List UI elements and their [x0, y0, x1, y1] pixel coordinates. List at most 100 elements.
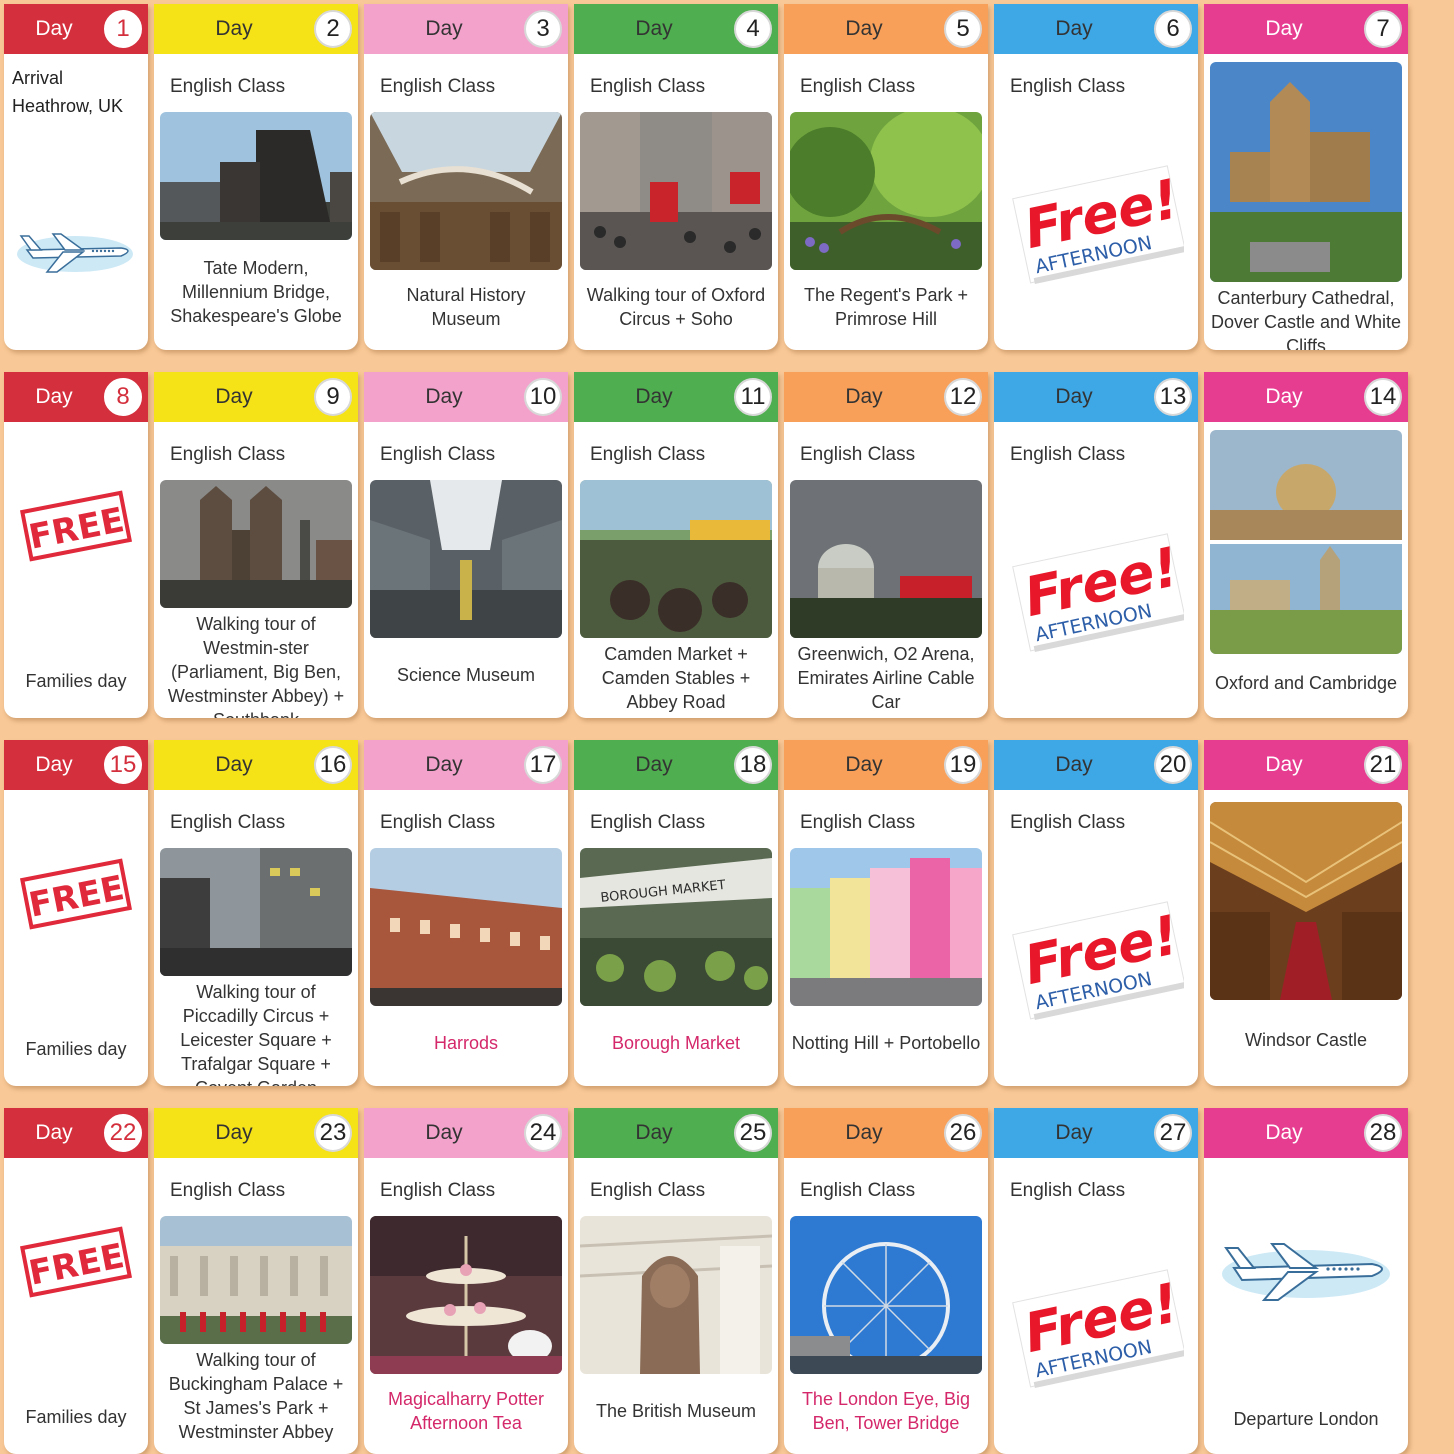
- piccadilly-circus-photo: [160, 848, 352, 976]
- day-label: Day: [1055, 385, 1093, 408]
- day-header: Day 24: [364, 1108, 568, 1158]
- day-card-23[interactable]: Day 23 English Class Walking tour of Buck…: [154, 1108, 358, 1454]
- day-card-10[interactable]: Day 10 English Class Science Museum: [364, 372, 568, 718]
- activity-caption: Walking tour of Buckingham Palace + St J…: [168, 1350, 344, 1442]
- day-label: Day: [35, 1121, 73, 1144]
- afternoon-tea-photo: [370, 1216, 562, 1374]
- day-number: 23: [314, 1114, 352, 1152]
- day-header: Day 25: [574, 1108, 778, 1158]
- greenwich-photo: [790, 480, 982, 638]
- day-card-5[interactable]: Day 5 English Class The Regent's Park + P…: [784, 4, 988, 350]
- activity-caption: Borough Market: [611, 1033, 741, 1053]
- english-class-label: English Class: [170, 444, 286, 465]
- day-card-18[interactable]: Day 18 English Class BOROUGH MARKET Borou…: [574, 740, 778, 1086]
- activity-caption: Canterbury Cathedral, Dover Castle and W…: [1210, 288, 1402, 350]
- day-header: Day 19: [784, 740, 988, 790]
- activity-caption: Oxford and Cambridge: [1214, 673, 1398, 693]
- day-header: Day 26: [784, 1108, 988, 1158]
- day-header: Day 6: [994, 4, 1198, 54]
- english-class-label: English Class: [170, 76, 286, 97]
- english-class-label: English Class: [170, 1180, 286, 1201]
- activity-caption: The London Eye, Big Ben, Tower Bridge: [801, 1389, 971, 1433]
- day-card-12[interactable]: Day 12 English Class Greenwich, O2 Arena,…: [784, 372, 988, 718]
- day-label: Day: [1265, 17, 1303, 40]
- day-card-15[interactable]: Day 15 FREE Families day: [4, 740, 148, 1086]
- day-label: Day: [1265, 753, 1303, 776]
- day-label: Day: [1265, 1121, 1303, 1144]
- day-card-9[interactable]: Day 9 English Class Walking tour of Westm…: [154, 372, 358, 718]
- activity-caption: The Regent's Park + Primrose Hill: [803, 285, 969, 329]
- day-card-14[interactable]: Day 14 Oxford and Cambridge: [1204, 372, 1408, 718]
- day-card-7[interactable]: Day 7 Canterbury Cathedral, Dover Castle …: [1204, 4, 1408, 350]
- day-label: Day: [215, 385, 253, 408]
- day-header: Day 8: [4, 372, 148, 422]
- day-label: Day: [425, 1121, 463, 1144]
- day-card-16[interactable]: Day 16 English Class Walking tour of Picc…: [154, 740, 358, 1086]
- day-card-20[interactable]: Day 20 English Class Free! AFTERNOON: [994, 740, 1198, 1086]
- english-class-label: English Class: [590, 76, 706, 97]
- day-card-27[interactable]: Day 27 English Class Free! AFTERNOON: [994, 1108, 1198, 1454]
- activity-caption: Walking tour of Westmin-ster (Parliament…: [167, 614, 345, 718]
- day-header: Day 14: [1204, 372, 1408, 422]
- english-class-label: English Class: [1010, 1180, 1126, 1201]
- day-number: 7: [1364, 10, 1402, 48]
- day-card-28[interactable]: Day 28 Departure London: [1204, 1108, 1408, 1454]
- british-museum-photo: [580, 1216, 772, 1374]
- day-card-4[interactable]: Day 4 English Class Walking tour of Oxfor…: [574, 4, 778, 350]
- day-card-17[interactable]: Day 17 English Class Harrods: [364, 740, 568, 1086]
- day-header: Day 15: [4, 740, 148, 790]
- free-stamp-icon: FREE: [18, 486, 134, 565]
- day-card-6[interactable]: Day 6 English Class Free! AFTERNOON: [994, 4, 1198, 350]
- activity-caption: Walking tour of Oxford Circus + Soho: [586, 285, 766, 329]
- day-card-1[interactable]: Day 1 Arrival Heathrow, UK: [4, 4, 148, 350]
- day-card-13[interactable]: Day 13 English Class Free! AFTERNOON: [994, 372, 1198, 718]
- airplane-icon: [1216, 1228, 1396, 1308]
- activity-caption: Tate Modern, Millennium Bridge, Shakespe…: [170, 258, 342, 326]
- day-number: 16: [314, 746, 352, 784]
- day-header: Day 17: [364, 740, 568, 790]
- day-card-19[interactable]: Day 19 English Class Notting Hill + Porto…: [784, 740, 988, 1086]
- day-card-8[interactable]: Day 8 FREE Families day: [4, 372, 148, 718]
- day-number: 17: [524, 746, 562, 784]
- day-number: 19: [944, 746, 982, 784]
- day-number: 5: [944, 10, 982, 48]
- day-label: Day: [845, 1121, 883, 1144]
- activity-caption: Greenwich, O2 Arena, Emirates Airline Ca…: [797, 644, 975, 712]
- day-card-25[interactable]: Day 25 English Class The British Museum: [574, 1108, 778, 1454]
- day-card-22[interactable]: Day 22 FREE Families day: [4, 1108, 148, 1454]
- day-card-26[interactable]: Day 26 English Class The London Eye, Big …: [784, 1108, 988, 1454]
- day-header: Day 11: [574, 372, 778, 422]
- oxford-cambridge-photo: [1210, 430, 1402, 654]
- day-number: 22: [104, 1114, 142, 1152]
- day-header: Day 18: [574, 740, 778, 790]
- buckingham-palace-photo: [160, 1216, 352, 1344]
- westminster-abbey-photo: [160, 480, 352, 608]
- day-card-2[interactable]: Day 2 English Class Tate Modern, Millenni…: [154, 4, 358, 350]
- day-card-21[interactable]: Day 21 Windsor Castle: [1204, 740, 1408, 1086]
- day-label: Day: [35, 385, 73, 408]
- free-afternoon-badge: Free! AFTERNOON: [1008, 896, 1184, 1026]
- families-day-label: Families day: [25, 1407, 127, 1427]
- english-class-label: English Class: [800, 76, 916, 97]
- day-number: 20: [1154, 746, 1192, 784]
- day-card-24[interactable]: Day 24 English Class Magicalharry Potter …: [364, 1108, 568, 1454]
- day-label: Day: [215, 1121, 253, 1144]
- english-class-label: English Class: [1010, 812, 1126, 833]
- day-label: Day: [635, 385, 673, 408]
- day-number: 13: [1154, 378, 1192, 416]
- day-header: Day 21: [1204, 740, 1408, 790]
- day-number: 12: [944, 378, 982, 416]
- english-class-label: English Class: [380, 812, 496, 833]
- day-card-3[interactable]: Day 3 English Class Natural History Museu…: [364, 4, 568, 350]
- day-label: Day: [425, 17, 463, 40]
- day-card-11[interactable]: Day 11 English Class Camden Market + Camd…: [574, 372, 778, 718]
- free-afternoon-badge: Free! AFTERNOON: [1008, 160, 1184, 290]
- english-class-label: English Class: [380, 1180, 496, 1201]
- day-header: Day 16: [154, 740, 358, 790]
- day-header: Day 23: [154, 1108, 358, 1158]
- day-number: 15: [104, 746, 142, 784]
- tate-modern-photo: [160, 112, 352, 240]
- english-class-label: English Class: [170, 812, 286, 833]
- day-label: Day: [635, 1121, 673, 1144]
- day-label: Day: [845, 753, 883, 776]
